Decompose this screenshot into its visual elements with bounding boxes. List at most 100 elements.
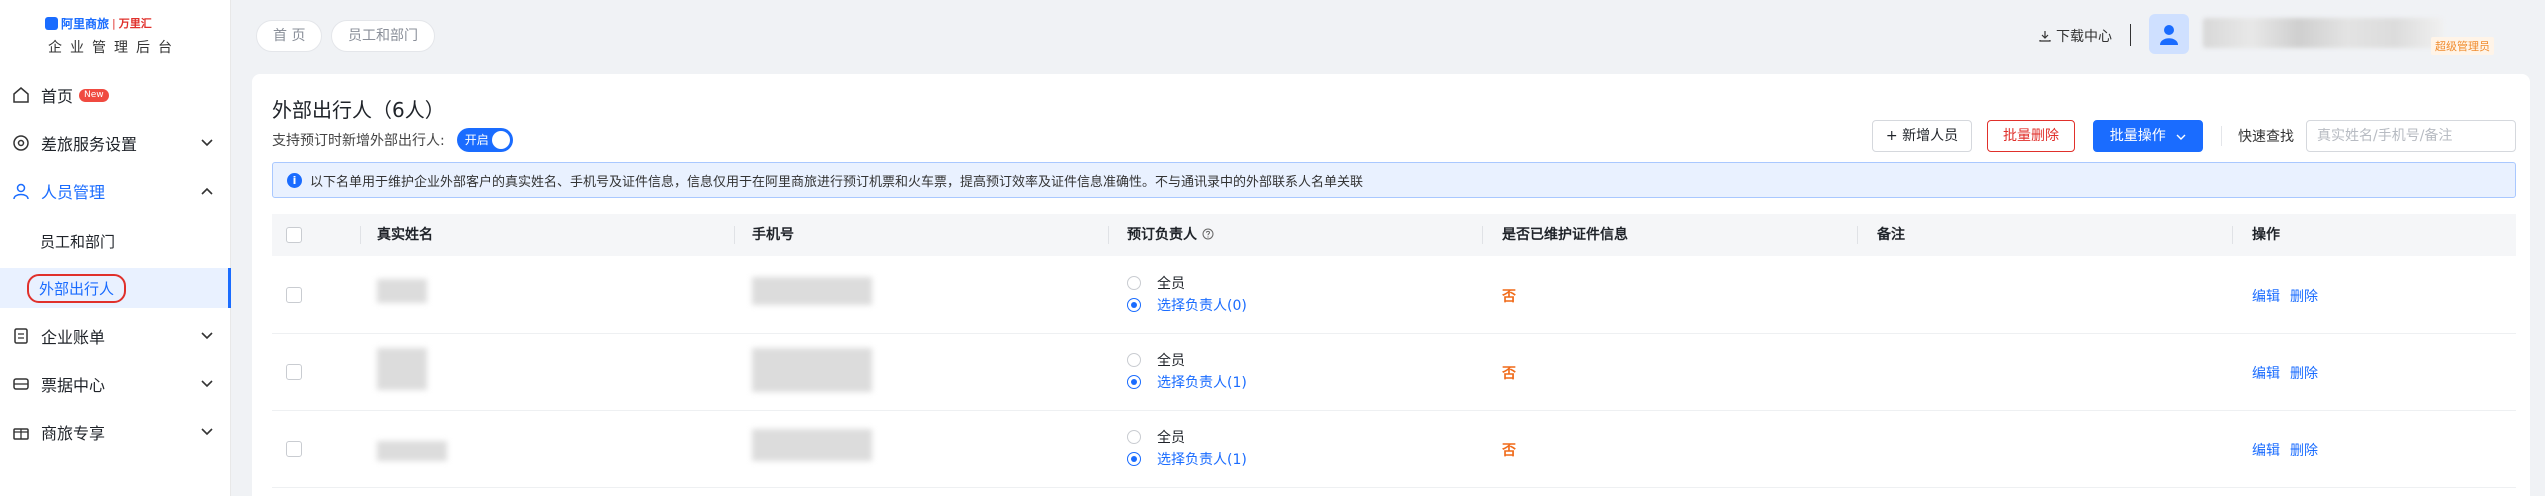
booker-option-select[interactable]: 选择负责人(1): [1127, 449, 1247, 469]
avatar[interactable]: [2149, 14, 2189, 54]
booker-option-select[interactable]: 选择负责人(1): [1127, 372, 1247, 392]
name-redacted: [377, 279, 427, 303]
column-divider: [1108, 226, 1109, 244]
logo: 阿里商旅 | 万里汇 企业管理后台: [45, 14, 185, 57]
role-badge: 超级管理员: [2431, 37, 2494, 55]
select-all-checkbox[interactable]: [286, 227, 302, 243]
sidebar-subitem-label: 外部出行人: [27, 273, 127, 303]
column-header-booker-label: 预订负责人: [1127, 227, 1197, 243]
edit-link[interactable]: 编辑: [2252, 440, 2280, 460]
row-checkbox[interactable]: [286, 364, 302, 380]
radio-button-selected[interactable]: [1127, 375, 1141, 389]
delete-link[interactable]: 删除: [2290, 286, 2318, 306]
edit-link[interactable]: 编辑: [2252, 286, 2280, 306]
chevron-down-icon: [199, 376, 215, 392]
sidebar-item-label: 差旅服务设置: [41, 135, 138, 154]
table-row: 全员 选择负责人(0) 否 编辑 删除: [272, 257, 2516, 334]
table-row: 全员 选择负责人(1) 否 编辑 删除: [272, 411, 2516, 488]
phone-redacted: [752, 277, 872, 305]
user-icon: [11, 181, 31, 201]
sidebar-subitem-external-travelers[interactable]: 外部出行人: [0, 268, 231, 308]
cert-status: 否: [1502, 366, 1516, 382]
column-divider: [2232, 226, 2233, 244]
name-redacted: [377, 348, 427, 390]
breadcrumb-home[interactable]: 首 页: [256, 20, 323, 52]
help-icon: [1202, 228, 1214, 240]
toggle-knob: [491, 131, 510, 149]
option-label: 全员: [1157, 430, 1185, 446]
quick-search-input[interactable]: [2306, 120, 2516, 152]
column-divider: [734, 226, 735, 244]
sidebar-item-label: 商旅专享: [41, 424, 106, 443]
logo-sub-brand: 万里汇: [118, 17, 152, 30]
chevron-down-icon: [199, 328, 215, 344]
column-divider: [1482, 226, 1483, 244]
download-center-link[interactable]: 下载中心: [2039, 26, 2112, 46]
sidebar-item-label: 人员管理: [41, 183, 106, 202]
column-header-remark: 备注: [1877, 227, 1905, 243]
option-label: 选择负责人(0): [1157, 298, 1247, 314]
booker-option-all[interactable]: 全员: [1127, 350, 1185, 370]
page-title: 外部出行人（6人）: [272, 98, 445, 122]
radio-button[interactable]: [1127, 430, 1141, 444]
chevron-down-icon: [199, 424, 215, 440]
edit-link[interactable]: 编辑: [2252, 363, 2280, 383]
chevron-down-icon: [2176, 121, 2186, 151]
sidebar: 阿里商旅 | 万里汇 企业管理后台 首页 New 差旅服务设置 人员管理 员工和…: [0, 0, 231, 496]
sidebar-subitem-employees[interactable]: 员工和部门: [0, 221, 231, 261]
radio-button-selected[interactable]: [1127, 452, 1141, 466]
breadcrumb-employees[interactable]: 员工和部门: [331, 20, 435, 52]
sidebar-item-invoices[interactable]: 票据中心: [0, 364, 231, 404]
logo-separator: |: [112, 16, 116, 30]
radio-button[interactable]: [1127, 353, 1141, 367]
add-person-button[interactable]: + 新增人员: [1872, 120, 1972, 152]
booker-option-select[interactable]: 选择负责人(0): [1127, 295, 1247, 315]
new-badge: New: [79, 88, 109, 102]
logo-mark-icon: [45, 16, 58, 30]
radio-button-selected[interactable]: [1127, 298, 1141, 312]
sidebar-item-bills[interactable]: 企业账单: [0, 316, 231, 356]
column-divider: [1857, 226, 1858, 244]
info-icon: i: [287, 172, 302, 188]
batch-ops-label: 批量操作: [2109, 128, 2166, 144]
notice-text: 以下名单用于维护企业外部客户的真实姓名、手机号及证件信息，信息仅用于在阿里商旅进…: [310, 174, 1364, 190]
phone-redacted: [752, 348, 872, 392]
batch-delete-button[interactable]: 批量删除: [1987, 120, 2075, 152]
option-label: 全员: [1157, 276, 1185, 292]
radio-button[interactable]: [1127, 276, 1141, 290]
info-notice: i 以下名单用于维护企业外部客户的真实姓名、手机号及证件信息，信息仅用于在阿里商…: [272, 162, 2516, 198]
option-label: 选择负责人(1): [1157, 452, 1247, 468]
delete-link[interactable]: 删除: [2290, 363, 2318, 383]
chevron-down-icon: [199, 135, 215, 151]
user-name-redacted: [2203, 18, 2443, 48]
topbar-divider: [2130, 24, 2131, 46]
sidebar-item-home[interactable]: 首页 New: [0, 75, 231, 115]
name-redacted: [377, 441, 447, 461]
cert-status: 否: [1502, 443, 1516, 459]
booker-option-all[interactable]: 全员: [1127, 273, 1185, 293]
download-icon: [2039, 31, 2051, 42]
toggle-label: 支持预订时新增外部出行人:: [272, 133, 445, 149]
sidebar-item-label: 票据中心: [41, 376, 106, 395]
booker-option-all[interactable]: 全员: [1127, 427, 1185, 447]
table-header: 真实姓名 手机号 预订负责人 是否已维护证件信息 备注 操作: [272, 214, 2516, 256]
allow-add-toggle[interactable]: 开启: [456, 128, 513, 152]
logo-title: 企业管理后台: [48, 40, 180, 56]
toolbar-divider: [2221, 126, 2222, 146]
cert-status: 否: [1502, 289, 1516, 305]
sidebar-item-personnel[interactable]: 人员管理: [0, 171, 231, 211]
batch-ops-button[interactable]: 批量操作: [2093, 120, 2203, 152]
delete-link[interactable]: 删除: [2290, 440, 2318, 460]
sidebar-item-travel-settings[interactable]: 差旅服务设置: [0, 123, 231, 163]
row-checkbox[interactable]: [286, 441, 302, 457]
row-checkbox[interactable]: [286, 287, 302, 303]
column-header-actions: 操作: [2252, 227, 2280, 243]
sidebar-item-label: 首页: [41, 87, 74, 106]
table-row: 全员 选择负责人(1) 否 编辑 删除: [272, 334, 2516, 411]
option-label: 选择负责人(1): [1157, 375, 1247, 391]
chevron-up-icon: [199, 183, 215, 199]
topbar: 首 页 员工和部门 下载中心 超级管理员: [231, 0, 2545, 70]
user-avatar-icon: [2160, 25, 2178, 45]
main-card: 外部出行人（6人） 支持预订时新增外部出行人: 开启 + 新增人员 批量删除 批…: [252, 74, 2530, 496]
sidebar-item-business-exclusive[interactable]: 商旅专享: [0, 412, 231, 452]
